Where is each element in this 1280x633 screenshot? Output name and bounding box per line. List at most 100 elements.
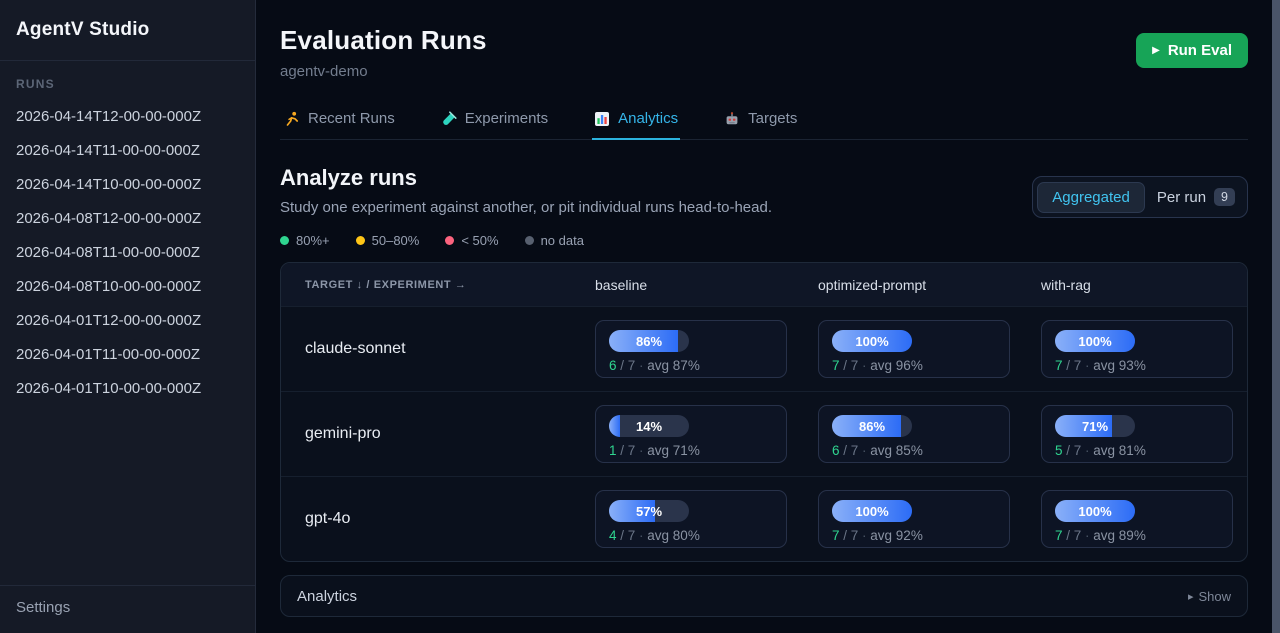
aggregated-toggle[interactable]: Aggregated — [1037, 182, 1145, 213]
matrix-row: gemini-pro 14% 1 / 7 · avg 71% 86% 6 / 7 · a… — [281, 391, 1247, 476]
pass-count: 1 — [609, 443, 617, 458]
cell-summary: 7 / 7 · avg 93% — [1055, 358, 1219, 373]
sidebar-run-item[interactable]: 2026-04-01T11-00-00-000Z — [0, 337, 255, 371]
matrix-cell[interactable]: 57% 4 / 7 · avg 80% — [595, 490, 787, 548]
per-run-label: Per run — [1157, 189, 1206, 206]
show-toggle[interactable]: ▸ Show — [1188, 589, 1231, 604]
sidebar-run-item[interactable]: 2026-04-14T11-00-00-000Z — [0, 133, 255, 167]
run-eval-button[interactable]: ▶ Run Eval — [1136, 33, 1248, 68]
cell-summary: 4 / 7 · avg 80% — [609, 528, 773, 543]
target-label: gpt-4o — [281, 510, 595, 528]
matrix-cell[interactable]: 86%6 / 7 · avg 87% — [595, 320, 787, 378]
tab-analytics[interactable]: Analytics — [592, 101, 680, 140]
tab-label: Targets — [748, 110, 797, 127]
pass-rate-percent: 57% — [609, 500, 689, 522]
pass-rate-percent: 100% — [1055, 500, 1135, 522]
denominator: / 7 — [840, 528, 859, 543]
matrix-row: claude-sonnet86%6 / 7 · avg 87%100%7 / 7… — [281, 306, 1247, 391]
matrix-cell[interactable]: 71% 5 / 7 · avg 81% — [1041, 405, 1233, 463]
analytics-panel-title: Analytics — [297, 588, 357, 605]
pass-count: 7 — [1055, 528, 1063, 543]
page-title: Evaluation Runs — [280, 25, 1248, 56]
matrix-cell[interactable]: 100%7 / 7 · avg 96% — [818, 320, 1010, 378]
tab-targets[interactable]: Targets — [722, 101, 799, 140]
cell-summary: 6 / 7 · avg 85% — [832, 443, 996, 458]
denominator: / 7 — [1063, 443, 1082, 458]
matrix-cell[interactable]: 100% 7 / 7 · avg 93% — [1041, 320, 1233, 378]
pass-rate-percent: 100% — [832, 330, 912, 352]
avg-score: avg 93% — [1093, 358, 1146, 373]
denominator: / 7 — [617, 358, 636, 373]
run-eval-label: Run Eval — [1168, 42, 1232, 59]
runner-icon — [284, 111, 300, 127]
matrix-cell[interactable]: 14%1 / 7 · avg 71% — [595, 405, 787, 463]
analytics-collapsed-panel: Analytics ▸ Show — [280, 575, 1248, 617]
legend-dot-icon — [280, 236, 289, 245]
separator-dot: · — [1081, 443, 1093, 458]
sidebar-run-item[interactable]: 2026-04-08T10-00-00-000Z — [0, 269, 255, 303]
sidebar-run-item[interactable]: 2026-04-14T12-00-00-000Z — [0, 99, 255, 133]
robot-icon — [724, 111, 740, 127]
sidebar-run-item[interactable]: 2026-04-08T12-00-00-000Z — [0, 201, 255, 235]
comparison-matrix: TARGET ↓ / EXPERIMENT → baseline optimiz… — [280, 262, 1248, 562]
matrix-corner-label: TARGET ↓ / EXPERIMENT → — [281, 279, 595, 291]
matrix-row: gpt-4o57%4 / 7 · avg 80%100%7 / 7 · avg … — [281, 476, 1247, 561]
pass-rate-bar: 86% — [832, 415, 912, 437]
pass-rate-percent: 14% — [609, 415, 689, 437]
tab-bar: Recent Runs Experiments Analytics Targets — [280, 101, 1248, 140]
legend-item: no data — [525, 233, 584, 248]
pass-rate-percent: 71% — [1055, 415, 1135, 437]
legend-item: 50–80% — [356, 233, 420, 248]
app-title: AgentV Studio — [16, 19, 149, 41]
target-label: gemini-pro — [281, 425, 595, 443]
sidebar-run-item[interactable]: 2026-04-01T12-00-00-000Z — [0, 303, 255, 337]
avg-score: avg 89% — [1093, 528, 1146, 543]
avg-score: avg 87% — [647, 358, 700, 373]
separator-dot: · — [858, 358, 870, 373]
tab-recent-runs[interactable]: Recent Runs — [282, 101, 397, 140]
matrix-cell[interactable]: 86% 6 / 7 · avg 85% — [818, 405, 1010, 463]
pass-count: 5 — [1055, 443, 1063, 458]
pass-rate-bar: 86% — [609, 330, 689, 352]
matrix-cell[interactable]: 100% 7 / 7 · avg 89% — [1041, 490, 1233, 548]
denominator: / 7 — [1063, 358, 1082, 373]
sidebar-run-item[interactable]: 2026-04-08T11-00-00-000Z — [0, 235, 255, 269]
separator-dot: · — [635, 528, 647, 543]
denominator: / 7 — [617, 528, 636, 543]
matrix-cell[interactable]: 100%7 / 7 · avg 92% — [818, 490, 1010, 548]
vertical-scrollbar[interactable] — [1272, 0, 1280, 633]
sidebar-run-item[interactable]: 2026-04-01T10-00-00-000Z — [0, 371, 255, 405]
separator-dot: · — [858, 443, 870, 458]
legend-label: < 50% — [461, 233, 498, 248]
pass-rate-bar: 57% — [609, 500, 689, 522]
legend-dot-icon — [525, 236, 534, 245]
legend-label: 80%+ — [296, 233, 330, 248]
pass-count: 4 — [609, 528, 617, 543]
experiment-column-optimized-prompt: optimized-prompt — [818, 277, 1041, 293]
sidebar-run-item[interactable]: 2026-04-14T10-00-00-000Z — [0, 167, 255, 201]
denominator: / 7 — [617, 443, 636, 458]
pass-rate-bar: 100% — [1055, 330, 1135, 352]
legend-label: no data — [541, 233, 584, 248]
cell-summary: 7 / 7 · avg 92% — [832, 528, 996, 543]
sidebar-header: AgentV Studio — [0, 0, 255, 61]
avg-score: avg 71% — [647, 443, 700, 458]
legend-dot-icon — [445, 236, 454, 245]
view-toggle: Aggregated Per run 9 — [1032, 176, 1248, 218]
denominator: / 7 — [840, 358, 859, 373]
avg-score: avg 81% — [1093, 443, 1146, 458]
denominator: / 7 — [840, 443, 859, 458]
pass-rate-bar: 100% — [832, 330, 912, 352]
settings-link[interactable]: Settings — [16, 599, 70, 616]
sidebar-footer: Settings — [0, 585, 255, 633]
test-tube-icon — [441, 111, 457, 127]
separator-dot: · — [858, 528, 870, 543]
per-run-toggle[interactable]: Per run 9 — [1149, 181, 1243, 213]
denominator: / 7 — [1063, 528, 1082, 543]
legend-dot-icon — [356, 236, 365, 245]
matrix-header-row: TARGET ↓ / EXPERIMENT → baseline optimiz… — [281, 263, 1247, 306]
avg-score: avg 85% — [870, 443, 923, 458]
tab-experiments[interactable]: Experiments — [439, 101, 550, 140]
avg-score: avg 96% — [870, 358, 923, 373]
separator-dot: · — [1081, 528, 1093, 543]
